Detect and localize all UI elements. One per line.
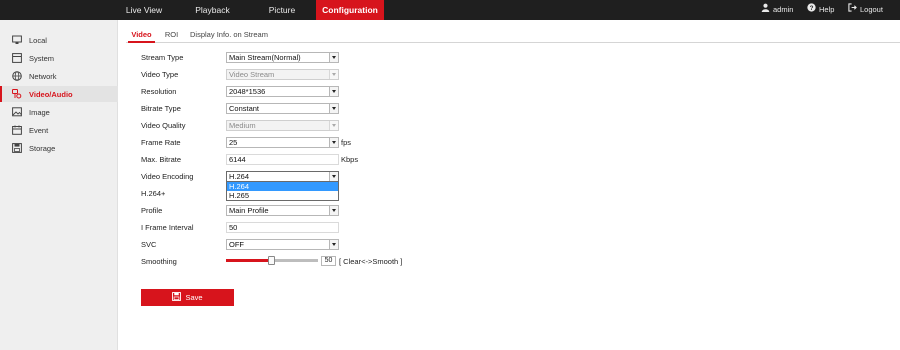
profile-value: Main Profile	[229, 206, 269, 215]
sidebar-item-storage[interactable]: Storage	[0, 140, 118, 156]
nav-configuration[interactable]: Configuration	[316, 0, 384, 20]
bitrate-type-value: Constant	[229, 104, 260, 113]
smoothing-slider-fill	[226, 259, 271, 262]
video-encoding-dropdown: H.264 H.265	[226, 181, 339, 201]
help-link[interactable]: ? Help	[807, 0, 834, 20]
chevron-down-icon	[329, 70, 338, 79]
bitrate-type-label: Bitrate Type	[141, 104, 181, 113]
sidebar-item-label: System	[29, 53, 55, 63]
help-label: Help	[819, 5, 835, 14]
max-bitrate-label: Max. Bitrate	[141, 155, 182, 164]
max-bitrate-value: 6144	[229, 155, 246, 164]
smoothing-hint: [ Clear<->Smooth ]	[339, 257, 403, 266]
video-type-value: Video Stream	[229, 70, 275, 79]
video-audio-icon	[12, 89, 22, 99]
smoothing-value: 50	[321, 256, 336, 266]
help-icon: ?	[807, 0, 816, 20]
bitrate-type-select[interactable]: Constant	[226, 103, 339, 114]
sidebar: Local System Network Video/Audio Image E…	[0, 20, 118, 350]
stream-type-select[interactable]: Main Stream(Normal)	[226, 52, 339, 63]
svg-text:?: ?	[810, 5, 814, 12]
frame-rate-value: 25	[229, 138, 238, 147]
sidebar-item-local[interactable]: Local	[0, 32, 118, 48]
tab-bar: Video ROI Display Info. on Stream	[126, 28, 900, 43]
dropdown-option-h264[interactable]: H.264	[227, 182, 338, 191]
image-icon	[12, 107, 22, 117]
storage-icon	[12, 143, 22, 153]
sidebar-item-image[interactable]: Image	[0, 104, 118, 120]
chevron-down-icon	[329, 172, 338, 181]
globe-icon	[12, 71, 22, 81]
profile-select[interactable]: Main Profile	[226, 205, 339, 216]
sidebar-item-video-audio[interactable]: Video/Audio	[0, 86, 118, 102]
max-bitrate-unit: Kbps	[341, 155, 359, 164]
chevron-down-icon	[329, 240, 338, 249]
sidebar-item-label: Storage	[29, 143, 56, 153]
resolution-value: 2048*1536	[229, 87, 266, 96]
i-frame-interval-label: I Frame Interval	[141, 223, 194, 232]
logout-icon	[848, 0, 857, 20]
dropdown-option-h265[interactable]: H.265	[227, 191, 338, 200]
profile-label: Profile	[141, 206, 163, 215]
video-quality-value: Medium	[229, 121, 256, 130]
tab-video[interactable]: Video	[128, 28, 155, 43]
video-quality-label: Video Quality	[141, 121, 186, 130]
sidebar-item-label: Local	[29, 35, 47, 45]
tab-roi[interactable]: ROI	[164, 28, 179, 43]
frame-rate-select[interactable]: 25	[226, 137, 339, 148]
smoothing-label: Smoothing	[141, 257, 177, 266]
video-encoding-label: Video Encoding	[141, 172, 194, 181]
sidebar-item-label: Image	[29, 107, 50, 117]
stream-type-label: Stream Type	[141, 53, 184, 62]
calendar-icon	[12, 125, 22, 135]
save-icon	[172, 292, 182, 303]
svc-value: OFF	[229, 240, 244, 249]
chevron-down-icon	[329, 53, 338, 62]
chevron-down-icon	[329, 138, 338, 147]
smoothing-slider-thumb[interactable]	[268, 256, 275, 265]
nav-playback[interactable]: Playback	[185, 0, 240, 20]
sidebar-item-network[interactable]: Network	[0, 68, 118, 84]
resolution-label: Resolution	[141, 87, 177, 96]
video-encoding-value: H.264	[229, 172, 250, 181]
user-name: admin	[773, 5, 794, 14]
user-menu[interactable]: admin	[761, 0, 793, 20]
save-button[interactable]: Save	[141, 289, 234, 306]
h264plus-label: H.264+	[141, 189, 166, 198]
sidebar-item-label: Network	[29, 71, 57, 81]
i-frame-interval-value: 50	[229, 223, 238, 232]
nav-picture[interactable]: Picture	[258, 0, 306, 20]
smoothing-slider-track[interactable]	[271, 259, 318, 262]
resolution-select[interactable]: 2048*1536	[226, 86, 339, 97]
top-navigation-bar: Live View Playback Picture Configuration…	[0, 0, 900, 20]
sidebar-item-event[interactable]: Event	[0, 122, 118, 138]
system-icon	[12, 53, 22, 63]
stream-type-value: Main Stream(Normal)	[229, 53, 301, 62]
sidebar-item-label: Event	[29, 125, 49, 135]
sidebar-item-system[interactable]: System	[0, 50, 118, 66]
chevron-down-icon	[329, 121, 338, 130]
frame-rate-unit: fps	[341, 138, 352, 147]
chevron-down-icon	[329, 87, 338, 96]
save-label: Save	[185, 293, 203, 302]
video-type-select: Video Stream	[226, 69, 339, 80]
tab-display-info[interactable]: Display Info. on Stream	[190, 28, 268, 43]
svc-select[interactable]: OFF	[226, 239, 339, 250]
chevron-down-icon	[329, 206, 338, 215]
chevron-down-icon	[329, 104, 338, 113]
sidebar-item-label: Video/Audio	[29, 89, 73, 99]
frame-rate-label: Frame Rate	[141, 138, 181, 147]
max-bitrate-input[interactable]: 6144	[226, 154, 339, 165]
video-type-label: Video Type	[141, 70, 179, 79]
i-frame-interval-input[interactable]: 50	[226, 222, 339, 233]
logout-link[interactable]: Logout	[848, 0, 883, 20]
monitor-icon	[12, 35, 22, 45]
logout-label: Logout	[860, 5, 883, 14]
video-quality-select: Medium	[226, 120, 339, 131]
user-icon	[761, 0, 770, 20]
nav-live-view[interactable]: Live View	[118, 0, 170, 20]
svc-label: SVC	[141, 240, 157, 249]
